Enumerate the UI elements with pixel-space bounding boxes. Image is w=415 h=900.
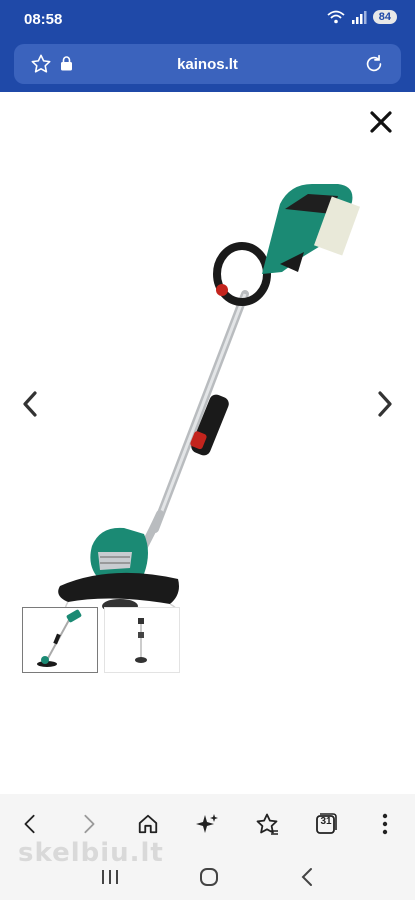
tabs-button[interactable]: 31 xyxy=(306,804,346,844)
chevron-right-icon[interactable] xyxy=(373,388,397,420)
sparkle-icon xyxy=(196,814,219,833)
status-time: 08:58 xyxy=(24,11,63,28)
recents-icon[interactable] xyxy=(99,868,121,886)
image-viewer xyxy=(0,92,415,794)
forward-icon xyxy=(84,814,95,834)
back-icon xyxy=(24,814,35,834)
assistant-button[interactable] xyxy=(187,804,227,844)
grass-trimmer-image[interactable] xyxy=(40,154,370,624)
address-bar[interactable]: kainos.lt xyxy=(14,44,401,84)
system-back-icon[interactable] xyxy=(298,867,316,887)
wifi-icon xyxy=(327,10,345,24)
close-icon[interactable] xyxy=(367,108,395,136)
chevron-left-icon[interactable] xyxy=(18,388,42,420)
battery-level: 84 xyxy=(372,10,397,24)
reload-icon[interactable] xyxy=(363,53,385,75)
thumbnail-trimmer-image xyxy=(37,609,82,667)
bookmarks-button[interactable] xyxy=(247,804,287,844)
watermark: skelbiu.lt xyxy=(18,838,164,868)
home-icon xyxy=(139,814,158,834)
signal-icon xyxy=(351,11,367,24)
thumbnail-strip xyxy=(22,607,180,673)
thumbnail-trimmer-side[interactable] xyxy=(104,607,180,673)
tab-count: 31 xyxy=(320,816,332,827)
url-text: kainos.lt xyxy=(177,56,238,73)
more-icon xyxy=(383,813,388,835)
thumbnail-trimmer-side-image xyxy=(135,618,147,663)
menu-button[interactable] xyxy=(365,804,405,844)
bookmark-star-icon xyxy=(256,813,278,835)
thumbnail-trimmer[interactable] xyxy=(22,607,98,673)
status-bar: 08:58 84 xyxy=(0,0,415,38)
status-icons: 84 xyxy=(327,10,397,24)
browser-header: kainos.lt xyxy=(0,38,415,92)
home-circle-icon[interactable] xyxy=(198,866,220,888)
